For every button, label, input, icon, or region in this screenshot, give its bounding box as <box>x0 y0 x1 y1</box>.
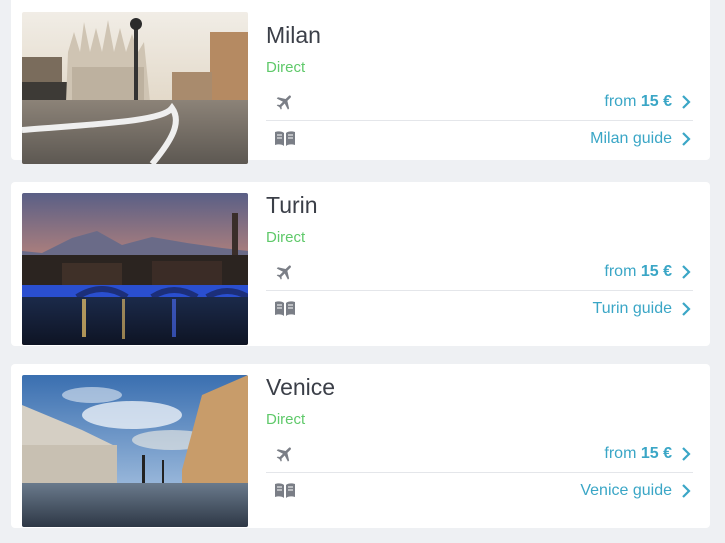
direct-flight-label: Direct <box>266 229 306 246</box>
city-guide-row[interactable]: Milan guide <box>266 121 693 157</box>
destination-card-venice[interactable]: Venice Direct from 15 € Venice guide <box>11 364 710 528</box>
price-prefix: from <box>604 263 637 280</box>
turin-photo[interactable] <box>22 193 248 345</box>
city-name: Milan <box>266 22 321 48</box>
guide-label: Milan guide <box>590 130 672 147</box>
direct-flight-label: Direct <box>266 411 306 428</box>
book-icon <box>274 128 296 150</box>
venice-photo[interactable] <box>22 375 248 527</box>
city-name: Venice <box>266 374 336 400</box>
plane-icon <box>274 261 296 283</box>
turin-bridge-image <box>22 193 248 345</box>
flight-price-row[interactable]: from 15 € <box>266 436 693 473</box>
city-guide-link[interactable]: Venice guide <box>580 482 693 500</box>
direct-flight-label: Direct <box>266 59 306 76</box>
price-prefix: from <box>604 93 637 110</box>
price-value: 15 € <box>640 93 672 110</box>
chevron-right-icon <box>682 484 691 498</box>
flight-price-link[interactable]: from 15 € <box>604 445 693 463</box>
flight-price-link[interactable]: from 15 € <box>604 93 693 111</box>
chevron-right-icon <box>682 302 691 316</box>
price-value: 15 € <box>640 263 672 280</box>
plane-icon <box>274 443 296 465</box>
flight-price-row[interactable]: from 15 € <box>266 84 693 121</box>
city-guide-row[interactable]: Venice guide <box>266 473 693 509</box>
city-name: Turin <box>266 192 318 218</box>
book-icon <box>274 480 296 502</box>
guide-label: Venice guide <box>580 482 672 499</box>
chevron-right-icon <box>682 447 691 461</box>
plane-icon <box>274 91 296 113</box>
flight-price-link[interactable]: from 15 € <box>604 263 693 281</box>
destination-card-milan[interactable]: Milan Direct from 15 € Milan guide <box>11 0 710 164</box>
venice-san-marco-image <box>22 375 248 527</box>
price-prefix: from <box>604 445 637 462</box>
chevron-right-icon <box>682 95 691 109</box>
chevron-right-icon <box>682 265 691 279</box>
guide-label: Turin guide <box>592 300 672 317</box>
book-icon <box>274 298 296 320</box>
city-guide-link[interactable]: Milan guide <box>590 130 693 148</box>
chevron-right-icon <box>682 132 691 146</box>
destination-card-turin[interactable]: Turin Direct from 15 € Turin guide <box>11 182 710 346</box>
price-value: 15 € <box>640 445 672 462</box>
flight-price-row[interactable]: from 15 € <box>266 254 693 291</box>
city-guide-row[interactable]: Turin guide <box>266 291 693 327</box>
milan-cathedral-image <box>22 12 248 164</box>
city-guide-link[interactable]: Turin guide <box>593 300 693 318</box>
milan-photo[interactable] <box>22 12 248 164</box>
